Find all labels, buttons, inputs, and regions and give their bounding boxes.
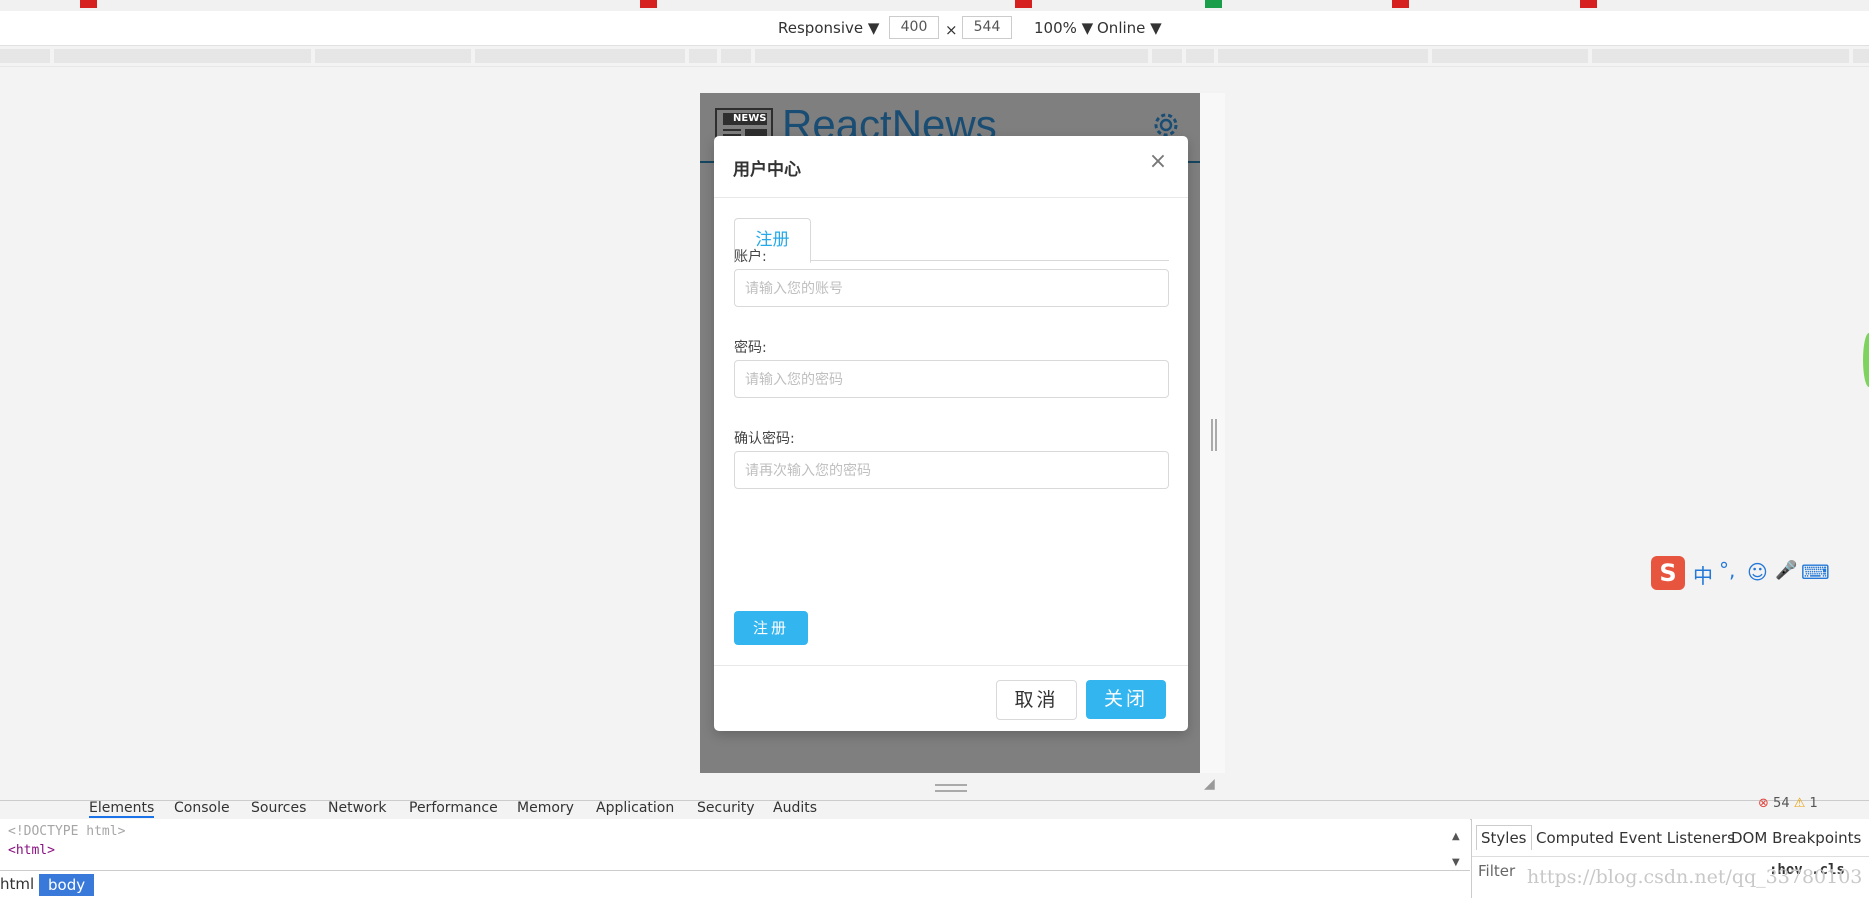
- media-query-bar[interactable]: [315, 49, 471, 63]
- ime-punct-toggle[interactable]: °,: [1719, 558, 1735, 582]
- media-query-bar[interactable]: [721, 49, 751, 63]
- bookmark-favicon[interactable]: [1580, 0, 1597, 8]
- logo-badge-text: NEWS: [733, 113, 767, 124]
- media-query-ruler: [0, 46, 1869, 67]
- media-query-bar[interactable]: [1218, 49, 1428, 63]
- tab-performance[interactable]: Performance: [409, 801, 498, 816]
- breadcrumb-body[interactable]: body: [39, 874, 95, 896]
- password-input[interactable]: 请输入您的密码: [734, 360, 1169, 398]
- bookmark-favicon[interactable]: [1205, 0, 1222, 8]
- keyboard-icon[interactable]: ⌨: [1801, 560, 1830, 584]
- password-label: 密码:: [734, 340, 767, 356]
- styles-filter-input[interactable]: Filter: [1478, 862, 1515, 880]
- media-query-bar[interactable]: [1152, 49, 1182, 63]
- account-input[interactable]: 请输入您的账号: [734, 269, 1169, 307]
- media-query-bar[interactable]: [54, 49, 311, 63]
- floating-widget-edge[interactable]: [1863, 333, 1869, 387]
- tab-computed[interactable]: Computed: [1536, 829, 1614, 847]
- tab-security[interactable]: Security: [697, 801, 755, 816]
- modal-header-divider: [714, 197, 1188, 198]
- tab-network[interactable]: Network: [328, 801, 386, 816]
- resize-handle-horizontal[interactable]: [1211, 419, 1217, 451]
- confirm-password-label: 确认密码:: [734, 431, 795, 447]
- tab-console[interactable]: Console: [174, 801, 230, 816]
- console-counts[interactable]: ⊗ 54 ⚠ 1: [1758, 796, 1818, 811]
- dimension-separator: ×: [945, 21, 958, 39]
- network-throttle-select[interactable]: Online ▼: [1097, 19, 1162, 37]
- html-tag-line[interactable]: <html>: [8, 843, 55, 858]
- smile-icon[interactable]: ☺: [1747, 560, 1768, 584]
- breadcrumb: html body: [0, 870, 1470, 899]
- tab-elements[interactable]: Elements: [89, 801, 155, 818]
- tab-styles[interactable]: Styles: [1476, 825, 1532, 850]
- device-mode-select[interactable]: Responsive ▼: [778, 19, 879, 37]
- ime-mode-toggle[interactable]: 中: [1693, 560, 1713, 589]
- tab-application[interactable]: Application: [596, 801, 674, 816]
- bookmark-favicon[interactable]: [1392, 0, 1409, 8]
- close-button[interactable]: 关闭: [1086, 680, 1166, 719]
- media-query-bar[interactable]: [755, 49, 1148, 63]
- elements-panel: <!DOCTYPE html> <html>: [0, 819, 1470, 869]
- warning-count: 1: [1809, 796, 1818, 811]
- media-query-bar[interactable]: [1186, 49, 1214, 63]
- media-query-bar[interactable]: [0, 49, 50, 63]
- breadcrumb-html[interactable]: html: [0, 875, 34, 893]
- media-query-bar[interactable]: [689, 49, 717, 63]
- tab-audits[interactable]: Audits: [773, 801, 817, 816]
- viewport-width-input[interactable]: 400: [889, 16, 939, 39]
- tab-sources[interactable]: Sources: [251, 801, 306, 816]
- tab-memory[interactable]: Memory: [517, 801, 574, 816]
- devtools-tabbar: Elements Console Sources Network Perform…: [0, 800, 1869, 820]
- doctype-line[interactable]: <!DOCTYPE html>: [8, 824, 125, 839]
- bookmark-favicon[interactable]: [640, 0, 657, 8]
- cancel-button[interactable]: 取消: [996, 680, 1077, 720]
- csdn-watermark: https://blog.csdn.net/qq_33780103: [1527, 866, 1863, 888]
- modal-title: 用户中心: [733, 160, 801, 180]
- elements-scrollbar[interactable]: ▲ ▼: [1452, 824, 1460, 876]
- resize-handle-vertical[interactable]: [935, 784, 967, 792]
- resize-corner-icon[interactable]: ◢: [1204, 776, 1220, 792]
- close-icon[interactable]: ×: [1146, 150, 1170, 174]
- media-query-bar[interactable]: [1853, 49, 1869, 63]
- sidebar-tabbar: Styles Computed Event Listeners DOM Brea…: [1472, 819, 1869, 857]
- media-query-bar[interactable]: [1592, 49, 1849, 63]
- device-toolbar: Responsive ▼ 400 × 544 100% ▼ Online ▼: [0, 11, 1869, 46]
- account-label: 账户:: [734, 249, 767, 265]
- mic-icon[interactable]: 🎤: [1775, 560, 1797, 581]
- viewport-height-input[interactable]: 544: [962, 16, 1012, 39]
- ime-toolbar: S 中 °, ☺ 🎤 ⌨: [1651, 556, 1869, 590]
- tab-dom-breakpoints[interactable]: DOM Breakpoints: [1731, 829, 1861, 847]
- error-count: 54: [1773, 796, 1790, 811]
- modal-footer-divider: [714, 665, 1188, 666]
- bookmark-favicon[interactable]: [1015, 0, 1032, 8]
- user-center-modal: 用户中心 × 注册 账户: 请输入您的账号 密码: 请输入您的密码 确认密码: …: [714, 136, 1188, 731]
- sogou-logo-icon[interactable]: S: [1651, 556, 1685, 590]
- register-submit-button[interactable]: 注册: [734, 611, 808, 645]
- zoom-select[interactable]: 100% ▼: [1034, 19, 1093, 37]
- bookmark-favicon[interactable]: [80, 0, 97, 8]
- media-query-bar[interactable]: [1432, 49, 1588, 63]
- tab-event-listeners[interactable]: Event Listeners: [1619, 829, 1735, 847]
- confirm-password-input[interactable]: 请再次输入您的密码: [734, 451, 1169, 489]
- media-query-bar[interactable]: [475, 49, 685, 63]
